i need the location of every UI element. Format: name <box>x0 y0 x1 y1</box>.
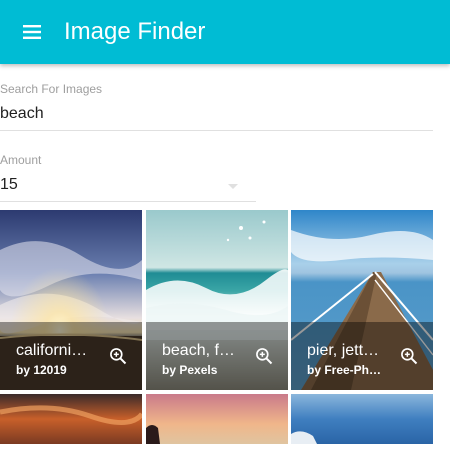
amount-value[interactable]: 15 <box>0 175 256 195</box>
app-bar: Image Finder <box>0 0 450 64</box>
tile-title-bar: beach, f… by Pexels <box>146 322 288 390</box>
amount-underline <box>0 201 256 202</box>
image-tile[interactable] <box>0 394 142 444</box>
amount-select[interactable]: Amount 15 <box>0 153 256 202</box>
image-tile[interactable]: pier, jett… by Free-Ph… <box>291 210 433 390</box>
tile-author: by 12019 <box>16 363 67 377</box>
zoom-in-icon[interactable] <box>254 346 274 366</box>
tile-title-bar: californi… by 12019 <box>0 322 142 390</box>
menu-button[interactable] <box>14 20 50 44</box>
tile-author: by Pexels <box>162 363 218 377</box>
image-grid: californi… by 12019 beach, f… by Pexels … <box>0 210 433 450</box>
search-label: Search For Images <box>0 82 103 96</box>
dropdown-arrow-icon[interactable] <box>228 184 238 189</box>
result-image[interactable] <box>0 394 142 444</box>
amount-label: Amount <box>0 153 42 167</box>
image-tile[interactable] <box>146 394 288 444</box>
result-image[interactable] <box>146 394 288 444</box>
search-input[interactable]: beach <box>0 104 433 124</box>
image-tile[interactable]: beach, f… by Pexels <box>146 210 288 390</box>
search-field[interactable]: Search For Images beach <box>0 82 433 131</box>
tile-title-bar: pier, jett… by Free-Ph… <box>291 322 433 390</box>
image-tile[interactable]: californi… by 12019 <box>0 210 142 390</box>
image-tile[interactable] <box>291 394 433 444</box>
tile-title: pier, jett… <box>307 342 380 359</box>
result-image[interactable] <box>291 394 433 444</box>
tile-title: beach, f… <box>162 342 235 359</box>
search-underline <box>0 130 433 131</box>
tile-title: californi… <box>16 342 88 359</box>
menu-icon <box>23 25 41 39</box>
zoom-in-icon[interactable] <box>399 346 419 366</box>
tile-author: by Free-Ph… <box>307 363 382 377</box>
zoom-in-icon[interactable] <box>108 346 128 366</box>
app-title: Image Finder <box>64 18 206 45</box>
